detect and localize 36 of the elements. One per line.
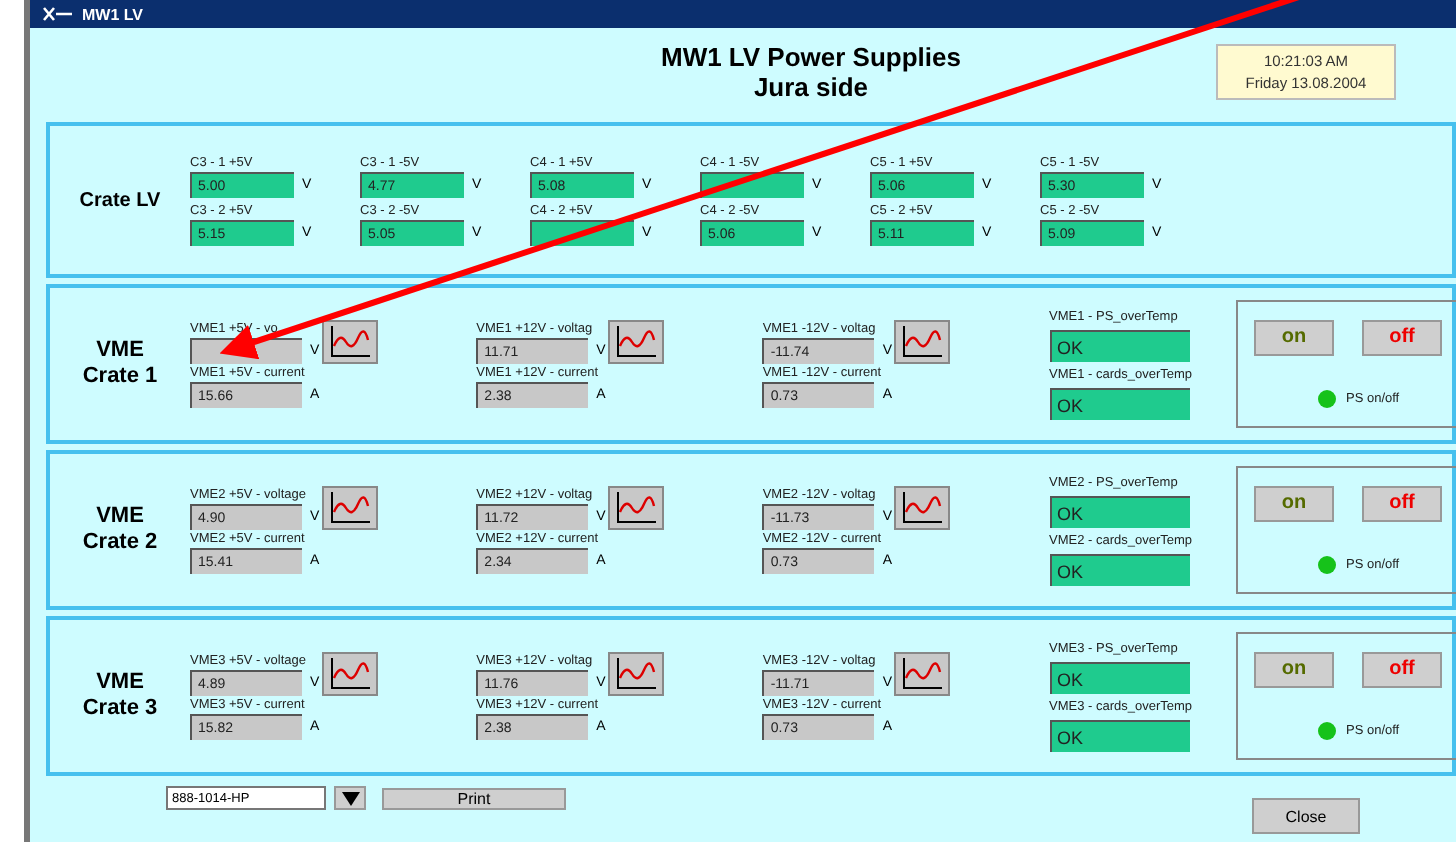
on-button[interactable]: on <box>1253 319 1334 356</box>
status-field: OK <box>1049 496 1190 528</box>
off-button[interactable]: off <box>1361 651 1442 688</box>
crate-label: VME <box>96 670 144 696</box>
status-field: OK <box>1049 720 1190 752</box>
trend-chart-button[interactable] <box>607 320 664 364</box>
trend-chart-button[interactable] <box>321 320 378 364</box>
panel-title: MW1 LV Power Supplies <box>660 42 961 72</box>
trend-chart-button[interactable] <box>607 486 664 530</box>
close-button[interactable]: Close <box>1252 798 1360 834</box>
window-title: MW1 LV <box>82 5 144 23</box>
window-menu-icon[interactable] <box>42 6 74 22</box>
panel-subtitle: Jura side <box>753 72 869 102</box>
on-button[interactable]: on <box>1253 651 1334 688</box>
on-button[interactable]: on <box>1253 485 1334 522</box>
crate-label: VME <box>96 338 144 364</box>
crate-number: Crate 1 <box>82 364 158 390</box>
crate-label: VME <box>96 504 144 530</box>
crate-number: Crate 2 <box>82 530 158 556</box>
status-field: OK <box>1049 554 1190 586</box>
crate-number: Crate 3 <box>82 696 158 722</box>
trend-chart-button[interactable] <box>321 486 378 530</box>
status-field: OK <box>1049 330 1190 362</box>
status-field: OK <box>1049 388 1190 420</box>
dropdown-arrow-icon <box>341 791 359 805</box>
off-button[interactable]: off <box>1361 485 1442 522</box>
trend-chart-button[interactable] <box>894 652 951 696</box>
trend-chart-button[interactable] <box>894 486 951 530</box>
crate-label: Crate LV <box>77 189 163 211</box>
dropdown-button[interactable] <box>334 786 366 810</box>
status-field: OK <box>1049 662 1190 694</box>
trend-chart-button[interactable] <box>607 652 664 696</box>
off-button[interactable]: off <box>1361 319 1442 356</box>
trend-chart-button[interactable] <box>894 320 951 364</box>
print-button[interactable]: Print <box>382 787 566 809</box>
trend-chart-button[interactable] <box>321 652 378 696</box>
